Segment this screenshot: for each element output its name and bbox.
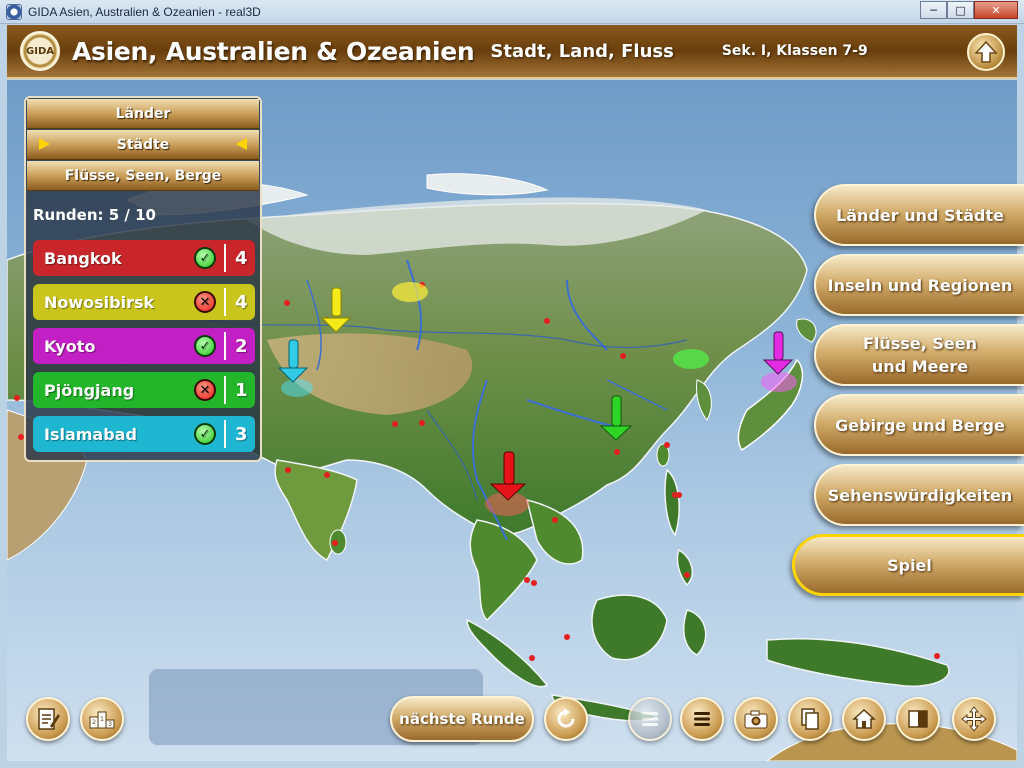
minimize-button[interactable]: ─ (920, 1, 947, 19)
check-icon: ✓ (194, 335, 216, 357)
next-round-button[interactable]: nächste Runde (390, 696, 534, 742)
menu-spiel[interactable]: Spiel (792, 534, 1024, 596)
city-name: Pjöngjang (44, 380, 135, 400)
gida-logo: GIDA (20, 31, 60, 71)
score: 2 (235, 335, 248, 357)
city-name: Kyoto (44, 336, 96, 356)
menu-label-line2: und Meere (871, 357, 969, 376)
result-row[interactable]: Nowosibirsk ✕ 4 (33, 284, 255, 320)
check-icon: ✓ (194, 423, 216, 445)
cross-icon: ✕ (194, 379, 216, 401)
arrow-up-icon (975, 40, 997, 63)
svg-text:3: 3 (108, 721, 112, 728)
divider (224, 376, 226, 404)
svg-text:1: 1 (100, 716, 104, 723)
tab-laender[interactable]: Länder (27, 99, 259, 129)
restart-icon (557, 708, 575, 728)
grade-level: Sek. I, Klassen 7-9 (721, 43, 868, 59)
menu-label: Flüsse, Seen und Meere (863, 332, 977, 378)
cross-icon: ✕ (194, 291, 216, 313)
screenshot-button[interactable] (734, 697, 778, 741)
pin-magenta (761, 331, 797, 392)
copy-icon (801, 708, 819, 730)
arrow-right-icon (39, 138, 50, 150)
city-name: Bangkok (44, 248, 122, 268)
tab-fluesse-label: Flüsse, Seen, Berge (64, 167, 222, 184)
next-round-label: nächste Runde (399, 710, 525, 728)
divider (224, 288, 226, 316)
window-titlebar: GIDA Asien, Australien & Ozeanien - real… (0, 0, 1024, 24)
restart-button[interactable] (544, 697, 588, 741)
home-icon (852, 708, 876, 729)
tab-fluesse[interactable]: Flüsse, Seen, Berge (27, 161, 259, 191)
move-button[interactable] (952, 697, 996, 741)
copy-button[interactable] (788, 697, 832, 741)
home-button[interactable] (842, 697, 886, 741)
app-icon (6, 3, 22, 20)
menu-label: Inseln und Regionen (827, 275, 1013, 295)
svg-text:2: 2 (92, 719, 96, 726)
logo-text: GIDA (26, 45, 54, 57)
page-subtitle: Stadt, Land, Fluss (490, 40, 674, 62)
menu-toggle-button[interactable] (680, 697, 724, 741)
result-row[interactable]: Kyoto ✓ 2 (33, 328, 255, 364)
rounds-counter: Runden: 5 / 10 (33, 206, 156, 224)
window-mode-button[interactable] (896, 697, 940, 741)
score: 4 (235, 291, 248, 313)
close-button[interactable]: ✕ (974, 1, 1018, 19)
camera-icon (744, 710, 768, 729)
menu-label: Spiel (887, 555, 932, 575)
notes-button[interactable] (26, 697, 70, 741)
tab-staedte-label: Städte (116, 136, 170, 153)
menu-inseln-und-regionen[interactable]: Inseln und Regionen (814, 254, 1024, 316)
city-name: Islamabad (44, 424, 137, 444)
score: 1 (235, 379, 248, 401)
check-icon: ✓ (194, 247, 216, 269)
menu-label: Länder und Städte (836, 205, 1004, 225)
notepad-icon (38, 708, 60, 730)
arrow-left-icon (236, 138, 247, 150)
app-header: GIDA Asien, Australien & Ozeanien Stadt,… (7, 25, 1017, 79)
list-icon (642, 712, 658, 726)
divider (224, 244, 226, 272)
score: 4 (235, 247, 248, 269)
tab-staedte[interactable]: Städte (27, 130, 259, 160)
podium-icon: 1 2 3 (89, 711, 115, 729)
window-icon (908, 710, 928, 728)
list-view-button[interactable] (628, 697, 672, 741)
menu-gebirge-und-berge[interactable]: Gebirge und Berge (814, 394, 1024, 456)
ranking-button[interactable]: 1 2 3 (80, 697, 124, 741)
result-row[interactable]: Islamabad ✓ 3 (33, 416, 255, 452)
result-row[interactable]: Pjöngjang ✕ 1 (33, 372, 255, 408)
menu-label-line1: Flüsse, Seen (863, 334, 977, 353)
window-title: GIDA Asien, Australien & Ozeanien - real… (28, 4, 261, 19)
menu-label: Gebirge und Berge (835, 415, 1005, 435)
divider (224, 332, 226, 360)
menu-lines-icon (694, 712, 710, 726)
menu-laender-und-staedte[interactable]: Länder und Städte (814, 184, 1024, 246)
tab-laender-label: Länder (115, 105, 171, 122)
game-panel: Länder Städte Flüsse, Seen, Berge Runden… (24, 96, 262, 462)
maximize-button[interactable]: □ (947, 1, 974, 19)
menu-label: Sehenswürdigkeiten (827, 485, 1013, 505)
pin-green-korea (673, 349, 709, 369)
divider (224, 420, 226, 448)
up-button[interactable] (967, 33, 1005, 71)
page-title: Asien, Australien & Ozeanien (72, 36, 475, 66)
menu-fluesse-seen-meere[interactable]: Flüsse, Seen und Meere (814, 324, 1024, 386)
move-arrows-icon (961, 706, 987, 732)
score: 3 (235, 423, 248, 445)
city-name: Nowosibirsk (44, 292, 155, 312)
menu-sehenswuerdigkeiten[interactable]: Sehenswürdigkeiten (814, 464, 1024, 526)
window-controls: ─ □ ✕ (920, 1, 1018, 19)
pin-nowosibirsk (392, 282, 428, 302)
result-row[interactable]: Bangkok ✓ 4 (33, 240, 255, 276)
